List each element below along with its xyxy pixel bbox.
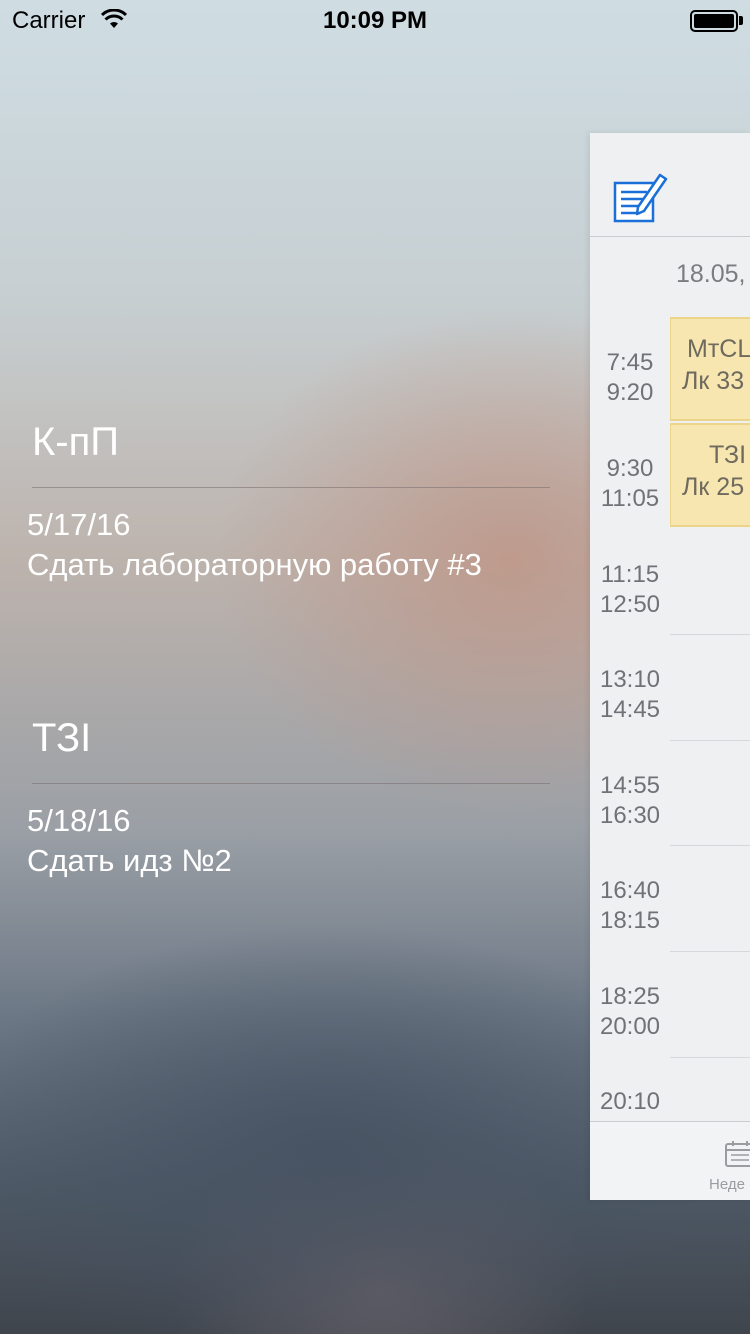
time-start: 14:55: [599, 772, 661, 799]
lesson-card[interactable]: ТЗІ Лк 25: [670, 423, 750, 527]
time-slot: 13:10 14:45: [590, 665, 670, 725]
row-divider: [670, 634, 750, 635]
time-start: 13:10: [599, 666, 661, 693]
time-end: 9:20: [606, 379, 654, 406]
time-end: 16:30: [599, 802, 661, 829]
time-start: 20:10: [599, 1088, 661, 1115]
task-title: К-пП: [32, 420, 120, 464]
task-date: 5/18/16: [27, 803, 131, 838]
time-slot: 7:45 9:20: [590, 348, 670, 408]
battery-icon: [690, 10, 738, 32]
lesson-name: МтСL: [687, 335, 750, 363]
time-start: 11:15: [600, 561, 660, 588]
time-end: 12:50: [599, 591, 661, 618]
row-divider: [670, 845, 750, 846]
task-date: 5/17/16: [27, 507, 131, 542]
battery-nub: [739, 16, 743, 25]
time-slot: 18:25 20:00: [590, 982, 670, 1042]
date-header: 18.05,: [676, 260, 746, 288]
time-end: 18:15: [599, 907, 661, 934]
task-divider: [32, 783, 550, 784]
time-start: 16:40: [599, 877, 661, 904]
calendar-week-icon: [725, 1141, 750, 1167]
task-divider: [32, 487, 550, 488]
time-slot: 11:15 12:50: [590, 560, 670, 620]
row-divider: [670, 951, 750, 952]
task-title: ТЗІ: [32, 716, 92, 760]
tab-bar: Неде: [590, 1121, 750, 1200]
row-divider: [670, 740, 750, 741]
task-description: Сдать идз №2: [27, 843, 232, 878]
lesson-room: Лк 33: [682, 367, 745, 395]
task-description: Сдать лабораторную работу #3: [27, 547, 482, 582]
time-slot: 16:40 18:15: [590, 876, 670, 936]
edit-notes-icon[interactable]: [612, 169, 668, 225]
lesson-card[interactable]: МтСL Лк 33: [670, 317, 750, 421]
time-slot: 14:55 16:30: [590, 771, 670, 831]
time-start: 9:30: [606, 455, 654, 482]
time-end: 20:00: [599, 1013, 661, 1040]
time-end: 14:45: [599, 696, 661, 723]
row-divider: [670, 1057, 750, 1058]
time-end: 11:05: [600, 485, 660, 512]
tab-week-label: Неде: [709, 1176, 745, 1193]
time-start: 7:45: [606, 349, 654, 376]
lesson-room: Лк 25: [682, 473, 745, 501]
time-slot: 20:10: [590, 1087, 670, 1117]
time-start: 18:25: [599, 983, 661, 1010]
schedule-header: [590, 133, 750, 237]
time-slot: 9:30 11:05: [590, 454, 670, 514]
lesson-name: ТЗІ: [709, 441, 747, 469]
task-menu: К-пП 5/17/16 Сдать лабораторную работу #…: [0, 0, 590, 1334]
schedule-panel[interactable]: 18.05, МтСL Лк 33 ТЗІ Лк 25 7:45 9:20 9:…: [590, 133, 750, 1200]
